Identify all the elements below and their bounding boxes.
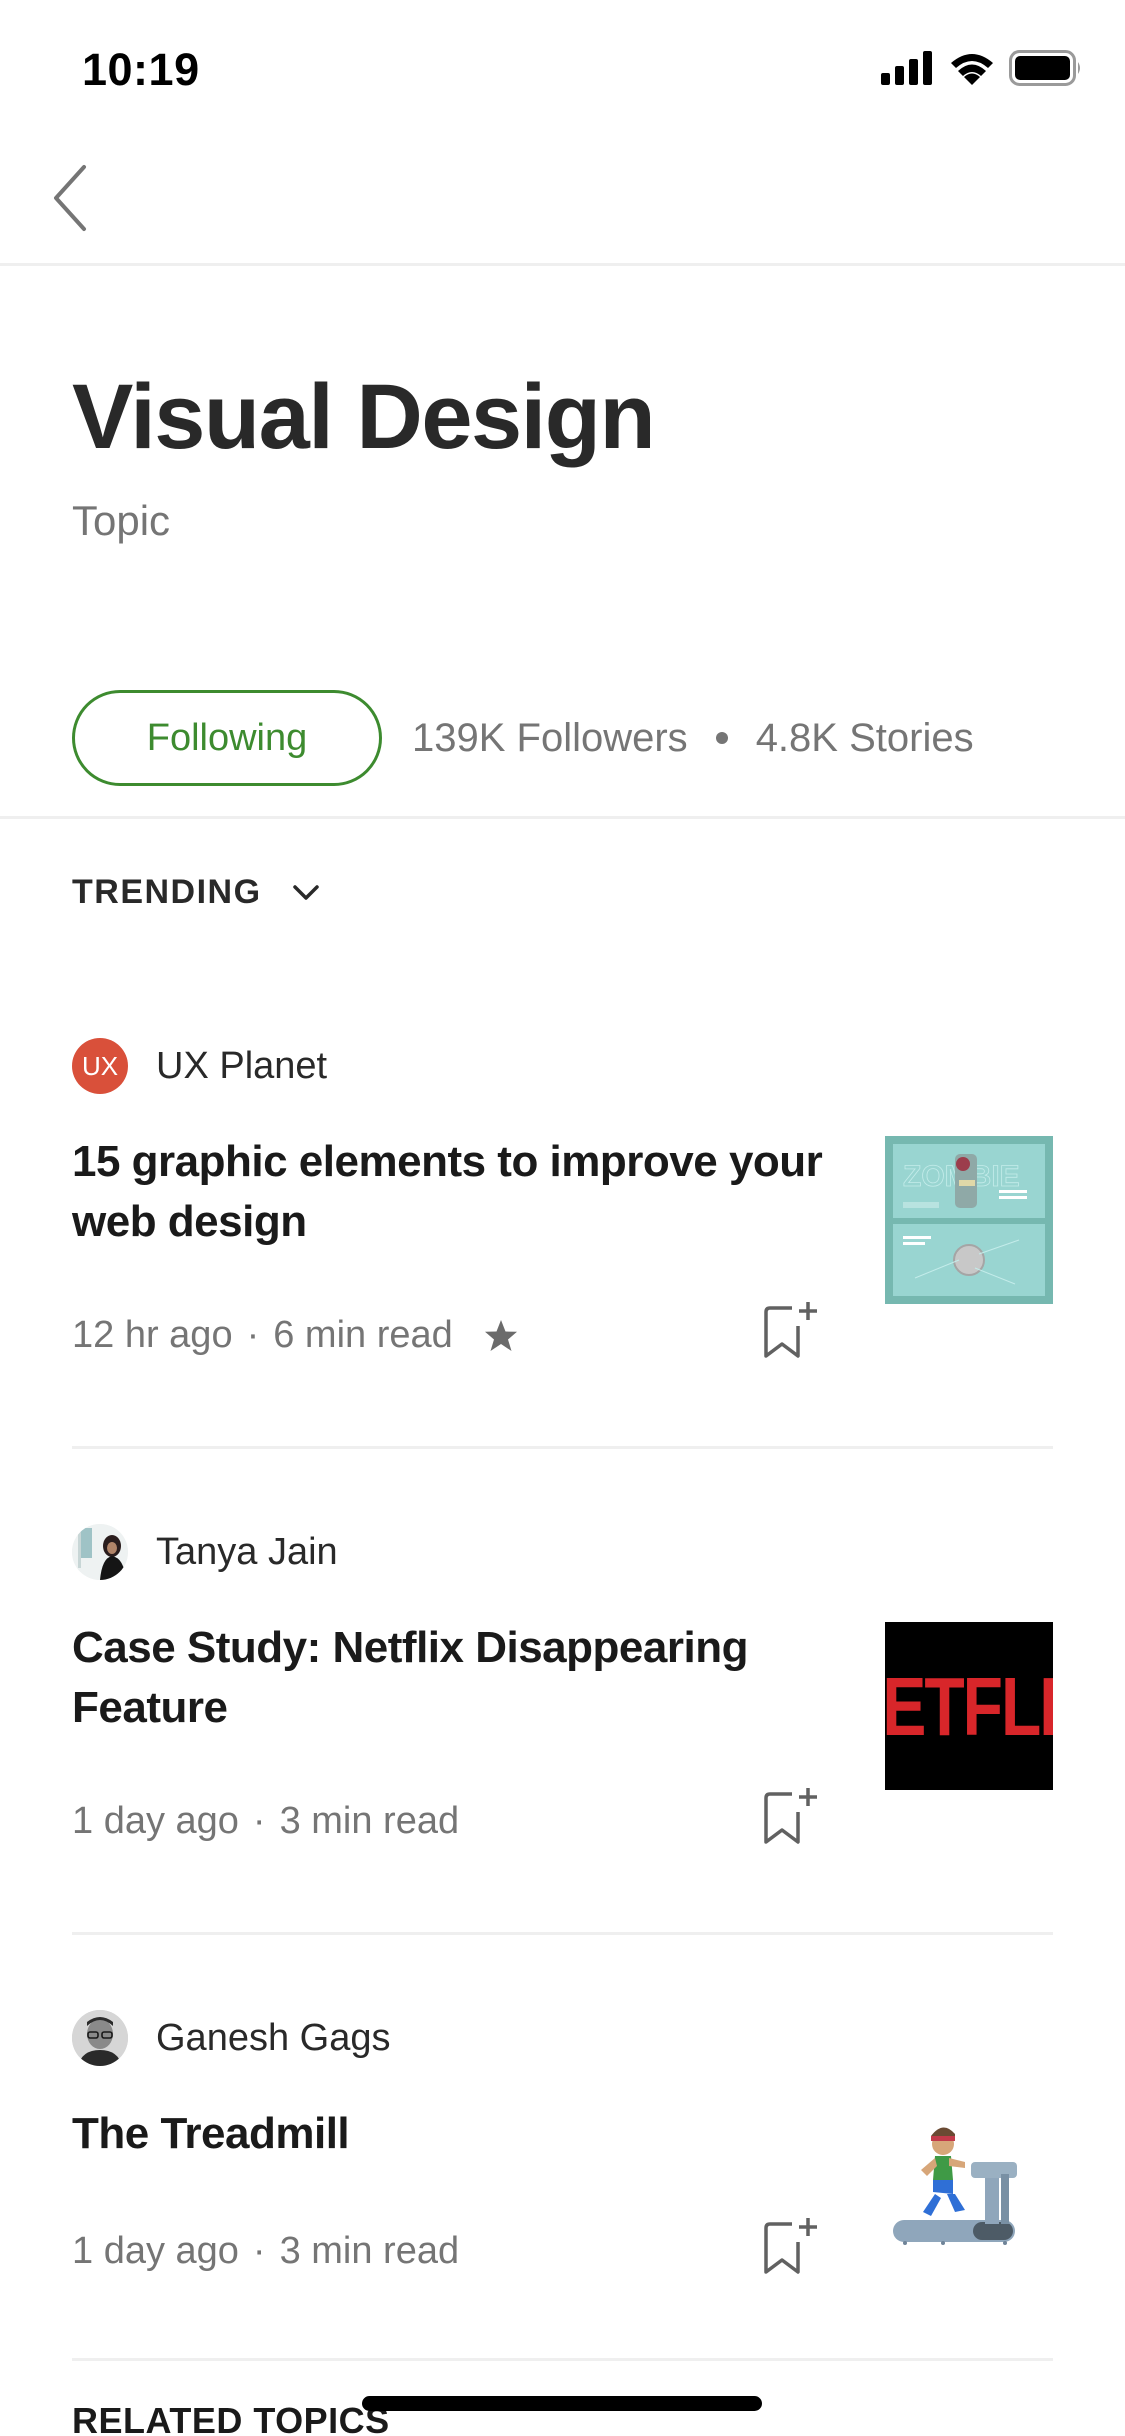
article-meta: 1 day ago · 3 min read xyxy=(72,1800,459,1843)
netflix-logo-text: ETFLI xyxy=(885,1659,1053,1753)
read-time: 6 min read xyxy=(273,1314,453,1356)
wifi-icon xyxy=(951,54,993,85)
publication-avatar: UX xyxy=(72,1038,128,1094)
status-time: 10:19 xyxy=(82,44,200,95)
author-avatar xyxy=(72,1524,128,1580)
article-thumbnail[interactable]: ZOMBIE xyxy=(885,1136,1053,1304)
article-title[interactable]: The Treadmill xyxy=(72,2104,832,2164)
chevron-down-icon xyxy=(292,884,319,900)
chevron-left-icon xyxy=(54,165,86,231)
time-ago: 1 day ago xyxy=(72,1800,239,1842)
author-name: Ganesh Gags xyxy=(156,2016,391,2059)
follow-row: Following 139K Followers 4.8K Stories xyxy=(72,690,974,786)
home-indicator[interactable] xyxy=(362,2396,762,2411)
author-avatar xyxy=(72,2010,128,2066)
read-time: 3 min read xyxy=(279,2230,460,2272)
stories-count: 4.8K Stories xyxy=(755,715,974,760)
sort-label: TRENDING xyxy=(72,873,262,911)
separator-dot xyxy=(715,732,728,744)
bookmark-add-icon[interactable] xyxy=(762,2216,818,2278)
author-row[interactable]: UX UX Planet xyxy=(72,1036,1053,1096)
article-card[interactable]: Tanya Jain Case Study: Netflix Disappear… xyxy=(72,1522,1053,1862)
author-row[interactable]: Ganesh Gags xyxy=(72,2008,1053,2068)
author-row[interactable]: Tanya Jain xyxy=(72,1522,1053,1582)
article-meta: 12 hr ago · 6 min read xyxy=(72,1314,519,1357)
status-bar: 10:19 xyxy=(0,0,1125,135)
following-button[interactable]: Following xyxy=(72,690,382,786)
article-thumbnail[interactable] xyxy=(885,2100,1053,2268)
article-meta: 1 day ago · 3 min read xyxy=(72,2230,459,2273)
status-icons xyxy=(881,50,1083,86)
bookmark-add-icon[interactable] xyxy=(762,1300,818,1362)
treadmill-runner-icon xyxy=(893,2127,1017,2245)
article-divider xyxy=(72,1446,1053,1449)
related-topics-heading: RELATED TOPICS xyxy=(72,2400,390,2436)
section-divider xyxy=(0,816,1125,819)
topic-stats: 139K Followers 4.8K Stories xyxy=(412,716,974,761)
publication-name: UX Planet xyxy=(156,1044,328,1087)
time-ago: 1 day ago xyxy=(72,2230,239,2272)
article-card[interactable]: UX UX Planet 15 graphic elements to impr… xyxy=(72,1036,1053,1376)
followers-count[interactable]: 139K Followers xyxy=(412,716,688,761)
article-divider xyxy=(72,2358,1053,2361)
avatar-initials: UX xyxy=(81,1050,119,1081)
battery-icon xyxy=(1009,50,1080,86)
zombie-can-thumbnail: ZOMBIE xyxy=(885,1136,1053,1304)
back-button[interactable] xyxy=(46,163,96,233)
article-divider xyxy=(72,1932,1053,1935)
page-subtitle: Topic xyxy=(72,497,171,544)
article-title[interactable]: 15 graphic elements to improve your web … xyxy=(72,1132,832,1252)
sort-dropdown[interactable]: TRENDING xyxy=(72,873,320,912)
author-photo xyxy=(72,1524,128,1580)
article-thumbnail[interactable]: ETFLI xyxy=(885,1622,1053,1790)
article-title[interactable]: Case Study: Netflix Disappearing Feature xyxy=(72,1618,832,1738)
meta-separator: · xyxy=(252,2230,266,2272)
nav-bar xyxy=(0,135,1125,266)
signal-icon xyxy=(881,51,932,85)
author-name: Tanya Jain xyxy=(156,1530,338,1573)
meta-separator: · xyxy=(246,1314,260,1356)
read-time: 3 min read xyxy=(279,1800,460,1842)
article-card[interactable]: Ganesh Gags The Treadmill 1 day ago · 3 … xyxy=(72,2008,1053,2308)
bookmark-add-icon[interactable] xyxy=(762,1786,818,1848)
meta-separator: · xyxy=(252,1800,266,1842)
member-star-icon xyxy=(484,1319,517,1351)
author-photo xyxy=(72,2010,128,2066)
time-ago: 12 hr ago xyxy=(72,1314,233,1356)
page-title: Visual Design xyxy=(72,366,656,468)
